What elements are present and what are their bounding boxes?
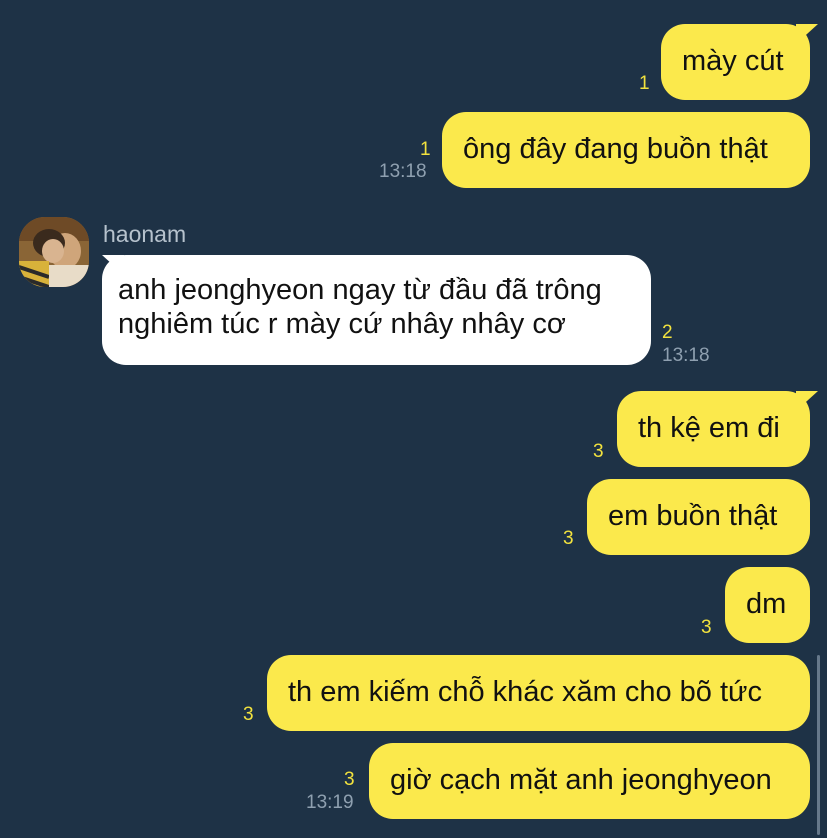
message-timestamp: 13:18 xyxy=(662,345,710,366)
message-text: giờ cạch mặt anh jeonghyeon xyxy=(390,764,772,796)
message-timestamp: 13:19 xyxy=(306,792,354,813)
avatar-image xyxy=(19,217,89,287)
unread-count: 2 xyxy=(662,322,673,343)
message-timestamp: 13:18 xyxy=(379,161,427,182)
message-text: th kệ em đi xyxy=(638,412,780,444)
outgoing-message-bubble[interactable]: th em kiếm chỗ khác xăm cho bõ tức xyxy=(267,655,810,731)
incoming-message-bubble[interactable]: anh jeonghyeon ngay từ đầu đã trông nghi… xyxy=(102,255,651,365)
unread-count: 1 xyxy=(639,73,650,94)
unread-count: 3 xyxy=(243,704,254,725)
scrollbar[interactable] xyxy=(817,655,820,835)
message-text: ông đây đang buồn thật xyxy=(463,133,768,165)
unread-count: 3 xyxy=(563,528,574,549)
message-text: th em kiếm chỗ khác xăm cho bõ tức xyxy=(288,676,762,708)
outgoing-message-bubble[interactable]: em buồn thật xyxy=(587,479,810,555)
outgoing-message-bubble[interactable]: ông đây đang buồn thật xyxy=(442,112,810,188)
message-text: anh jeonghyeon ngay từ đầu đã trông nghi… xyxy=(118,274,602,340)
chat-area[interactable]: mày cút 1 ông đây đang buồn thật 1 13:18… xyxy=(0,0,827,838)
outgoing-message-bubble[interactable]: th kệ em đi xyxy=(617,391,810,467)
sender-name: haonam xyxy=(103,221,187,247)
message-text: dm xyxy=(746,588,787,620)
outgoing-message-bubble[interactable]: giờ cạch mặt anh jeonghyeon xyxy=(369,743,810,819)
message-text: em buồn thật xyxy=(608,500,778,532)
unread-count: 3 xyxy=(593,441,604,462)
message-text: mày cút xyxy=(682,45,784,77)
outgoing-message-bubble[interactable]: mày cút xyxy=(661,24,810,100)
unread-count: 3 xyxy=(344,769,355,790)
outgoing-message-bubble[interactable]: dm xyxy=(725,567,810,643)
unread-count: 1 xyxy=(420,139,431,160)
unread-count: 3 xyxy=(701,617,712,638)
sender-avatar[interactable] xyxy=(19,217,89,287)
